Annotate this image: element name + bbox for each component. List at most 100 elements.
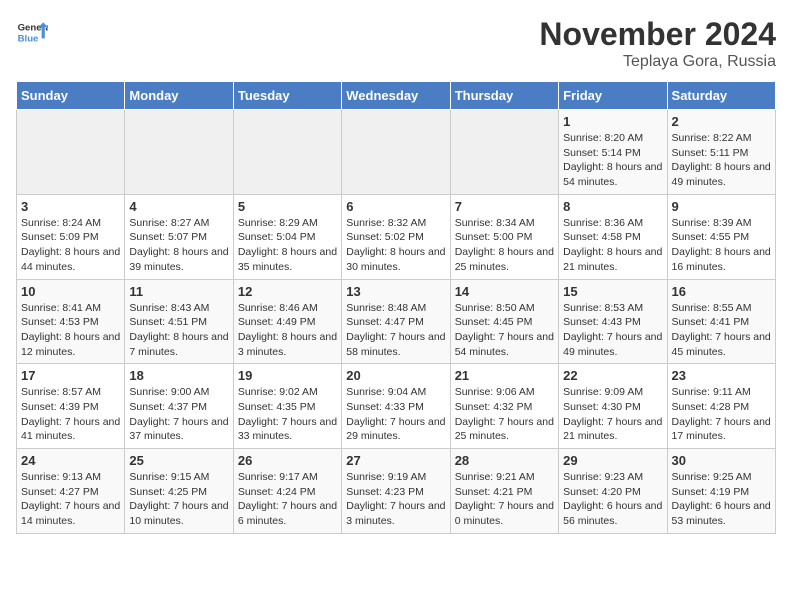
calendar-cell: 27 Sunrise: 9:19 AM Sunset: 4:23 PM Dayli…: [342, 449, 450, 534]
calendar-cell: 1 Sunrise: 8:20 AM Sunset: 5:14 PM Daylig…: [559, 110, 667, 195]
calendar-cell: 25 Sunrise: 9:15 AM Sunset: 4:25 PM Dayli…: [125, 449, 233, 534]
calendar-week-3: 10 Sunrise: 8:41 AM Sunset: 4:53 PM Dayli…: [17, 279, 776, 364]
calendar-cell: 12Sunrise: 8:46 AM Sunset: 4:49 PM Dayli…: [233, 279, 341, 364]
cell-content: Sunrise: 8:29 AM Sunset: 5:04 PM Dayligh…: [238, 216, 337, 275]
calendar-cell: 5 Sunrise: 8:29 AM Sunset: 5:04 PM Daylig…: [233, 194, 341, 279]
title-block: November 2024 Teplaya Gora, Russia: [539, 16, 776, 71]
day-number: 27: [346, 453, 445, 468]
cell-content: Sunrise: 8:53 AM Sunset: 4:43 PM Dayligh…: [563, 301, 662, 360]
day-number: 14: [455, 284, 554, 299]
day-number: 6: [346, 199, 445, 214]
calendar-cell: 22Sunrise: 9:09 AM Sunset: 4:30 PM Dayli…: [559, 364, 667, 449]
calendar-cell: [17, 110, 125, 195]
cell-content: Sunrise: 8:36 AM Sunset: 4:58 PM Dayligh…: [563, 216, 662, 275]
calendar-cell: 13Sunrise: 8:48 AM Sunset: 4:47 PM Dayli…: [342, 279, 450, 364]
cell-content: Sunrise: 8:46 AM Sunset: 4:49 PM Dayligh…: [238, 301, 337, 360]
calendar-cell: 29Sunrise: 9:23 AM Sunset: 4:20 PM Dayli…: [559, 449, 667, 534]
day-number: 2: [672, 114, 771, 129]
cell-content: Sunrise: 9:02 AM Sunset: 4:35 PM Dayligh…: [238, 385, 337, 444]
day-number: 21: [455, 368, 554, 383]
weekday-header-sunday: Sunday: [17, 82, 125, 110]
calendar-week-5: 24 Sunrise: 9:13 AM Sunset: 4:27 PM Dayli…: [17, 449, 776, 534]
logo-icon: General Blue: [16, 16, 48, 48]
cell-content: Sunrise: 9:13 AM Sunset: 4:27 PM Dayligh…: [21, 470, 120, 529]
calendar-cell: 26 Sunrise: 9:17 AM Sunset: 4:24 PM Dayli…: [233, 449, 341, 534]
cell-content: Sunrise: 9:17 AM Sunset: 4:24 PM Dayligh…: [238, 470, 337, 529]
day-number: 3: [21, 199, 120, 214]
calendar-table: SundayMondayTuesdayWednesdayThursdayFrid…: [16, 81, 776, 534]
calendar-week-2: 3 Sunrise: 8:24 AM Sunset: 5:09 PM Daylig…: [17, 194, 776, 279]
calendar-cell: [342, 110, 450, 195]
calendar-week-1: 1 Sunrise: 8:20 AM Sunset: 5:14 PM Daylig…: [17, 110, 776, 195]
day-number: 18: [129, 368, 228, 383]
weekday-header-tuesday: Tuesday: [233, 82, 341, 110]
page-subtitle: Teplaya Gora, Russia: [539, 53, 776, 71]
page-title: November 2024: [539, 16, 776, 53]
calendar-cell: 17 Sunrise: 8:57 AM Sunset: 4:39 PM Dayli…: [17, 364, 125, 449]
day-number: 10: [21, 284, 120, 299]
day-number: 17: [21, 368, 120, 383]
calendar-cell: 20Sunrise: 9:04 AM Sunset: 4:33 PM Dayli…: [342, 364, 450, 449]
logo: General Blue: [16, 16, 48, 48]
svg-text:Blue: Blue: [18, 34, 39, 45]
day-number: 11: [129, 284, 228, 299]
cell-content: Sunrise: 8:57 AM Sunset: 4:39 PM Dayligh…: [21, 385, 120, 444]
cell-content: Sunrise: 8:43 AM Sunset: 4:51 PM Dayligh…: [129, 301, 228, 360]
cell-content: Sunrise: 8:22 AM Sunset: 5:11 PM Dayligh…: [672, 131, 771, 190]
day-number: 19: [238, 368, 337, 383]
cell-content: Sunrise: 8:27 AM Sunset: 5:07 PM Dayligh…: [129, 216, 228, 275]
calendar-cell: 10 Sunrise: 8:41 AM Sunset: 4:53 PM Dayli…: [17, 279, 125, 364]
page-header: General Blue November 2024 Teplaya Gora,…: [16, 16, 776, 71]
cell-content: Sunrise: 9:04 AM Sunset: 4:33 PM Dayligh…: [346, 385, 445, 444]
calendar-cell: 16Sunrise: 8:55 AM Sunset: 4:41 PM Dayli…: [667, 279, 775, 364]
day-number: 13: [346, 284, 445, 299]
day-number: 23: [672, 368, 771, 383]
day-number: 25: [129, 453, 228, 468]
day-number: 1: [563, 114, 662, 129]
calendar-cell: [450, 110, 558, 195]
cell-content: Sunrise: 9:15 AM Sunset: 4:25 PM Dayligh…: [129, 470, 228, 529]
weekday-header-monday: Monday: [125, 82, 233, 110]
calendar-cell: 7Sunrise: 8:34 AM Sunset: 5:00 PM Daylig…: [450, 194, 558, 279]
day-number: 5: [238, 199, 337, 214]
calendar-cell: 30 Sunrise: 9:25 AM Sunset: 4:19 PM Dayli…: [667, 449, 775, 534]
cell-content: Sunrise: 9:09 AM Sunset: 4:30 PM Dayligh…: [563, 385, 662, 444]
calendar-cell: 19 Sunrise: 9:02 AM Sunset: 4:35 PM Dayli…: [233, 364, 341, 449]
calendar-cell: 24 Sunrise: 9:13 AM Sunset: 4:27 PM Dayli…: [17, 449, 125, 534]
cell-content: Sunrise: 8:50 AM Sunset: 4:45 PM Dayligh…: [455, 301, 554, 360]
day-number: 8: [563, 199, 662, 214]
cell-content: Sunrise: 8:24 AM Sunset: 5:09 PM Dayligh…: [21, 216, 120, 275]
calendar-cell: 9Sunrise: 8:39 AM Sunset: 4:55 PM Daylig…: [667, 194, 775, 279]
cell-content: Sunrise: 8:32 AM Sunset: 5:02 PM Dayligh…: [346, 216, 445, 275]
calendar-cell: 23 Sunrise: 9:11 AM Sunset: 4:28 PM Dayli…: [667, 364, 775, 449]
cell-content: Sunrise: 9:06 AM Sunset: 4:32 PM Dayligh…: [455, 385, 554, 444]
calendar-cell: 28Sunrise: 9:21 AM Sunset: 4:21 PM Dayli…: [450, 449, 558, 534]
calendar-cell: 21 Sunrise: 9:06 AM Sunset: 4:32 PM Dayli…: [450, 364, 558, 449]
cell-content: Sunrise: 9:21 AM Sunset: 4:21 PM Dayligh…: [455, 470, 554, 529]
calendar-cell: 2 Sunrise: 8:22 AM Sunset: 5:11 PM Daylig…: [667, 110, 775, 195]
day-number: 30: [672, 453, 771, 468]
weekday-header-wednesday: Wednesday: [342, 82, 450, 110]
day-number: 7: [455, 199, 554, 214]
day-number: 16: [672, 284, 771, 299]
calendar-cell: 15Sunrise: 8:53 AM Sunset: 4:43 PM Dayli…: [559, 279, 667, 364]
cell-content: Sunrise: 9:19 AM Sunset: 4:23 PM Dayligh…: [346, 470, 445, 529]
cell-content: Sunrise: 9:00 AM Sunset: 4:37 PM Dayligh…: [129, 385, 228, 444]
weekday-header-friday: Friday: [559, 82, 667, 110]
calendar-cell: 6 Sunrise: 8:32 AM Sunset: 5:02 PM Daylig…: [342, 194, 450, 279]
cell-content: Sunrise: 8:41 AM Sunset: 4:53 PM Dayligh…: [21, 301, 120, 360]
calendar-cell: [233, 110, 341, 195]
day-number: 26: [238, 453, 337, 468]
calendar-cell: 11 Sunrise: 8:43 AM Sunset: 4:51 PM Dayli…: [125, 279, 233, 364]
calendar-cell: 8 Sunrise: 8:36 AM Sunset: 4:58 PM Daylig…: [559, 194, 667, 279]
calendar-cell: 18 Sunrise: 9:00 AM Sunset: 4:37 PM Dayli…: [125, 364, 233, 449]
calendar-header-row: SundayMondayTuesdayWednesdayThursdayFrid…: [17, 82, 776, 110]
day-number: 4: [129, 199, 228, 214]
day-number: 9: [672, 199, 771, 214]
cell-content: Sunrise: 8:20 AM Sunset: 5:14 PM Dayligh…: [563, 131, 662, 190]
day-number: 24: [21, 453, 120, 468]
calendar-cell: 3 Sunrise: 8:24 AM Sunset: 5:09 PM Daylig…: [17, 194, 125, 279]
cell-content: Sunrise: 9:25 AM Sunset: 4:19 PM Dayligh…: [672, 470, 771, 529]
cell-content: Sunrise: 9:11 AM Sunset: 4:28 PM Dayligh…: [672, 385, 771, 444]
calendar-cell: 4 Sunrise: 8:27 AM Sunset: 5:07 PM Daylig…: [125, 194, 233, 279]
